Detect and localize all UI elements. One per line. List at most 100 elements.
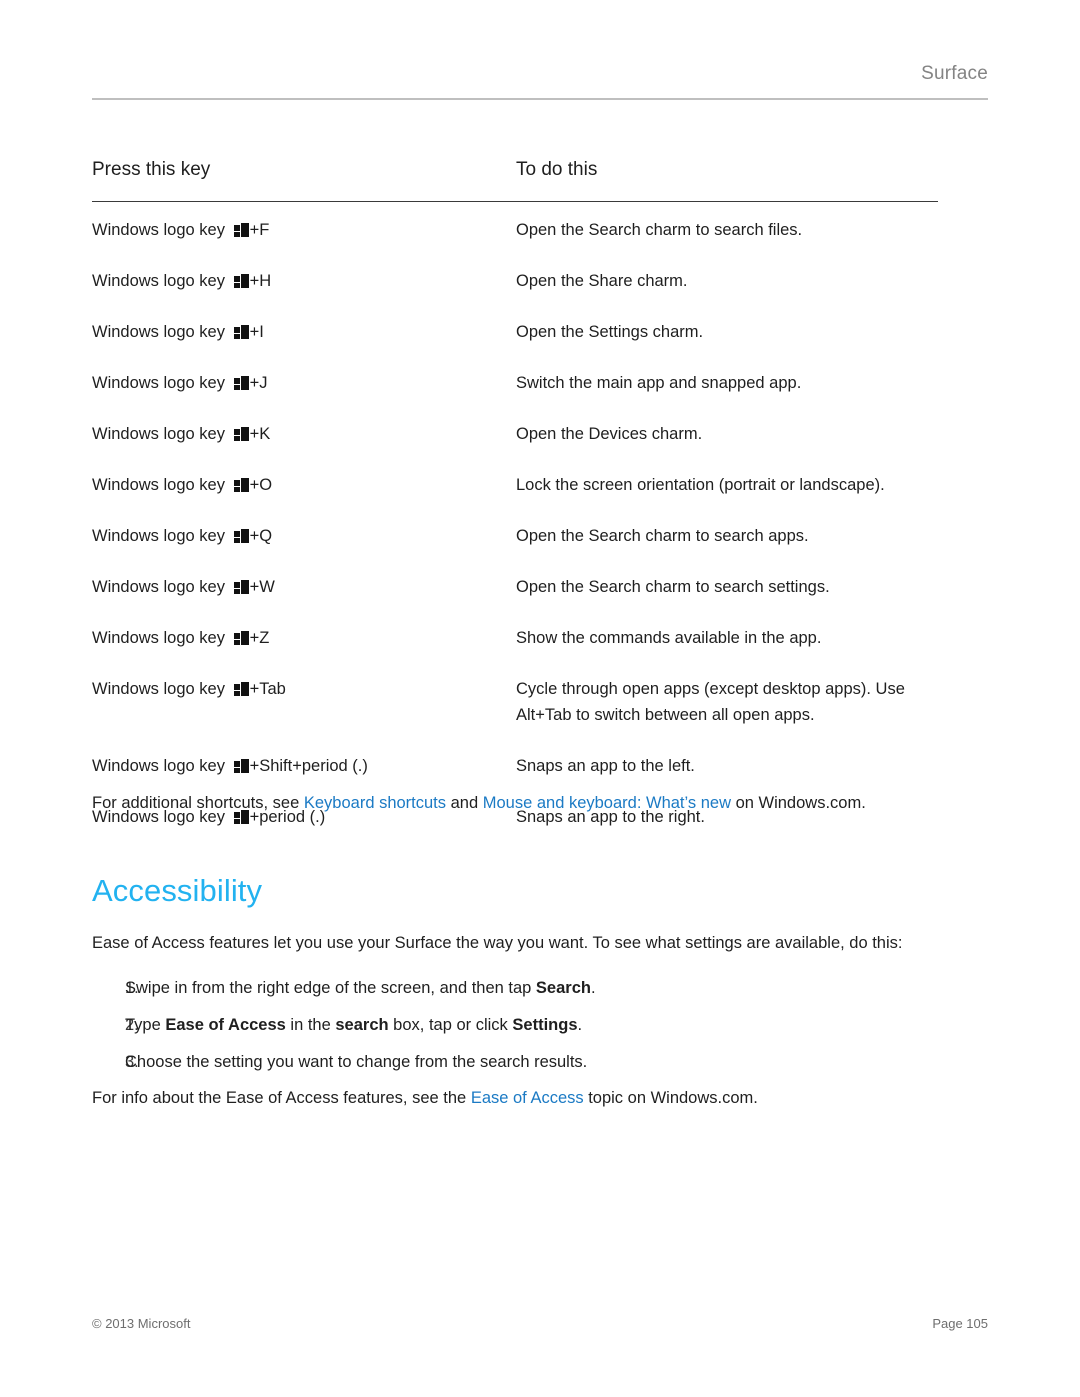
windows-logo-key-icon — [233, 325, 249, 339]
step-item: 3. Choose the setting you want to change … — [92, 1049, 972, 1075]
shortcut-key-cell: Windows logo key +Tab — [92, 663, 516, 740]
shortcut-description-cell: Lock the screen orientation (portrait or… — [516, 476, 885, 494]
key-prefix-label: Windows logo key — [92, 476, 230, 494]
windows-logo-key-icon — [233, 427, 249, 441]
table-row: Windows logo key +H Open the Share charm. — [92, 255, 938, 306]
step-emphasis-term: search — [335, 1016, 389, 1034]
key-prefix-label: Windows logo key — [92, 680, 230, 698]
table-row: Windows logo key +Tab Cycle through open … — [92, 663, 938, 740]
table-row: Windows logo key +J Switch the main app a… — [92, 357, 938, 408]
note-tail-text: on Windows.com. — [730, 794, 866, 812]
header-divider — [92, 98, 988, 100]
shortcut-key-cell: Windows logo key +Shift+period (.) — [92, 740, 516, 791]
key-suffix-label: +O — [249, 476, 273, 494]
ease-of-access-outro-paragraph: For info about the Ease of Access featur… — [92, 1085, 992, 1111]
note-lead-text: For additional shortcuts, see — [92, 794, 304, 812]
table-header-row: Press this key To do this — [92, 158, 938, 202]
shortcuts-table-wrapper: Press this key To do this Windows logo k… — [92, 158, 938, 842]
key-suffix-label: +F — [249, 221, 270, 239]
key-suffix-label: +Shift+period (.) — [249, 757, 368, 775]
key-prefix-label: Windows logo key — [92, 578, 230, 596]
windows-logo-key-icon — [233, 759, 249, 773]
page-footer: © 2013 Microsoft Page 105 — [92, 1315, 988, 1333]
windows-logo-key-icon — [233, 682, 249, 696]
running-header: Surface — [92, 62, 988, 100]
table-row: Windows logo key +W Open the Search charm… — [92, 561, 938, 612]
shortcut-key-cell: Windows logo key +W — [92, 561, 516, 612]
key-prefix-label: Windows logo key — [92, 221, 230, 239]
key-suffix-label: +Q — [249, 527, 273, 545]
step-text-fragment: . — [590, 979, 596, 997]
step-emphasis-term: Ease of Access — [165, 1016, 286, 1034]
section-heading-accessibility: Accessibility — [92, 873, 263, 908]
key-suffix-label: +Z — [249, 629, 270, 647]
shortcut-description-cell: Show the commands available in the app. — [516, 629, 822, 647]
table-row: Windows logo key +I Open the Settings cha… — [92, 306, 938, 357]
column-header-press-this-key: Press this key — [92, 158, 516, 202]
key-prefix-label: Windows logo key — [92, 527, 230, 545]
shortcut-description-cell: Switch the main app and snapped app. — [516, 374, 802, 392]
step-text-fragment: Swipe in from the right edge of the scre… — [125, 979, 536, 997]
table-head: Press this key To do this — [92, 158, 938, 202]
shortcut-description-cell: Snaps an app to the left. — [516, 757, 695, 775]
shortcut-key-cell: Windows logo key +F — [92, 202, 516, 256]
key-suffix-label: +I — [249, 323, 264, 341]
additional-shortcuts-note: For additional shortcuts, see Keyboard s… — [92, 790, 992, 816]
shortcut-key-cell: Windows logo key +K — [92, 408, 516, 459]
shortcut-key-cell: Windows logo key +Z — [92, 612, 516, 663]
table-row: Windows logo key +Z Show the commands ava… — [92, 612, 938, 663]
step-text: Choose the setting you want to change fr… — [125, 1049, 972, 1075]
shortcut-key-cell: Windows logo key +Q — [92, 510, 516, 561]
footer-page-number: Page 105 — [932, 1316, 988, 1331]
table-row: Windows logo key +K Open the Devices char… — [92, 408, 938, 459]
shortcuts-table: Press this key To do this Windows logo k… — [92, 158, 938, 842]
table-row: Windows logo key +O Lock the screen orien… — [92, 459, 938, 510]
shortcut-key-cell: Windows logo key +I — [92, 306, 516, 357]
shortcut-description-cell: Open the Settings charm. — [516, 323, 704, 341]
step-text-fragment: Type — [125, 1016, 166, 1034]
table-body: Windows logo key +F Open the Search charm… — [92, 202, 938, 843]
step-text-fragment: in the — [285, 1016, 336, 1034]
windows-logo-key-icon — [233, 223, 249, 237]
key-suffix-label: +K — [249, 425, 271, 443]
shortcut-description-cell: Open the Search charm to search files. — [516, 221, 803, 239]
mouse-and-keyboard-link[interactable]: Mouse and keyboard: What’s new — [483, 794, 731, 812]
table-row: Windows logo key +Shift+period (.) Snaps … — [92, 740, 938, 791]
step-item: 1. Swipe in from the right edge of the sc… — [92, 975, 972, 1001]
keyboard-shortcuts-link[interactable]: Keyboard shortcuts — [304, 794, 446, 812]
shortcut-key-cell: Windows logo key +H — [92, 255, 516, 306]
key-prefix-label: Windows logo key — [92, 757, 230, 775]
key-prefix-label: Windows logo key — [92, 374, 230, 392]
step-text: Swipe in from the right edge of the scre… — [125, 975, 972, 1001]
footer-copyright: © 2013 Microsoft — [92, 1316, 191, 1331]
step-text-fragment: box, tap or click — [388, 1016, 513, 1034]
step-text-fragment: Choose the setting you want to change fr… — [125, 1053, 588, 1071]
step-emphasis-term: Search — [535, 979, 591, 997]
ease-of-access-link[interactable]: Ease of Access — [471, 1089, 584, 1107]
step-emphasis-term: Settings — [512, 1016, 578, 1034]
windows-logo-key-icon — [233, 580, 249, 594]
shortcut-description-cell: Cycle through open apps (except desktop … — [516, 680, 905, 724]
step-number: 1. — [125, 979, 139, 997]
shortcut-description-cell: Open the Search charm to search apps. — [516, 527, 809, 545]
accessibility-steps-list: 1. Swipe in from the right edge of the sc… — [92, 975, 972, 1086]
windows-logo-key-icon — [233, 631, 249, 645]
key-suffix-label: +Tab — [249, 680, 286, 698]
outro-tail-text: topic on Windows.com. — [583, 1089, 758, 1107]
shortcut-description-cell: Open the Devices charm. — [516, 425, 703, 443]
key-suffix-label: +H — [249, 272, 272, 290]
header-title: Surface — [921, 63, 988, 84]
windows-logo-key-icon — [233, 478, 249, 492]
shortcut-key-cell: Windows logo key +J — [92, 357, 516, 408]
step-text: Type Ease of Access in the search box, t… — [125, 1012, 972, 1038]
step-number: 2. — [125, 1016, 139, 1034]
step-text-fragment: . — [577, 1016, 583, 1034]
key-prefix-label: Windows logo key — [92, 425, 230, 443]
column-header-to-do-this: To do this — [516, 158, 938, 202]
windows-logo-key-icon — [233, 376, 249, 390]
accessibility-intro-paragraph: Ease of Access features let you use your… — [92, 934, 903, 952]
shortcut-key-cell: Windows logo key +O — [92, 459, 516, 510]
key-prefix-label: Windows logo key — [92, 323, 230, 341]
key-prefix-label: Windows logo key — [92, 272, 230, 290]
key-suffix-label: +J — [249, 374, 268, 392]
